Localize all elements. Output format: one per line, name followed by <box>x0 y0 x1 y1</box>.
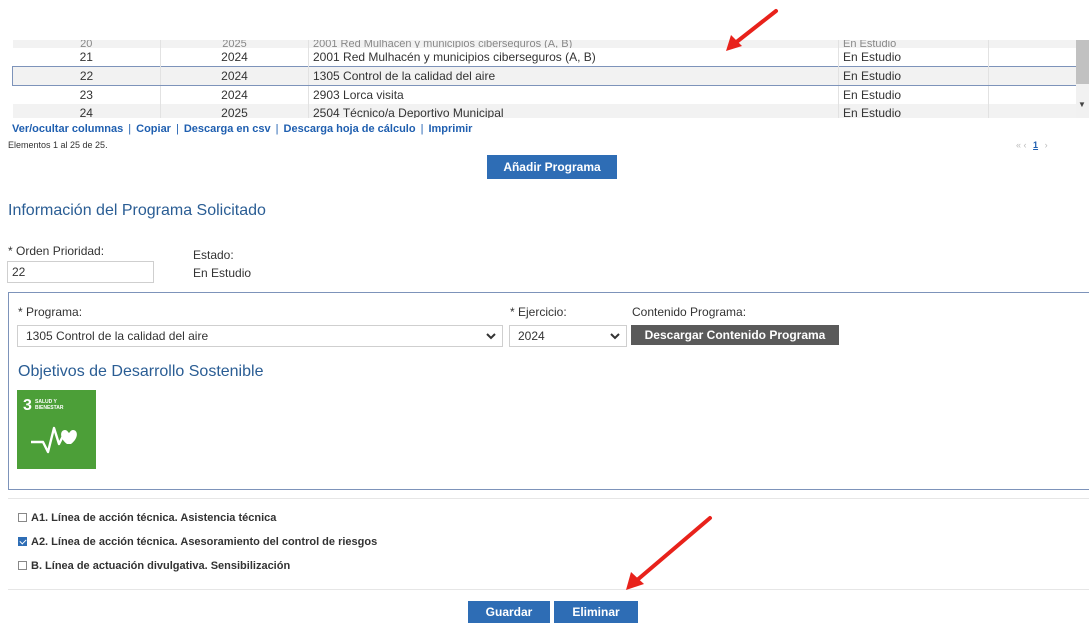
cell-status: En Estudio <box>838 40 989 48</box>
checkbox-b[interactable] <box>18 561 27 570</box>
scroll-thumb[interactable] <box>1076 40 1089 84</box>
program-label: * Programa: <box>18 305 83 319</box>
download-content-button[interactable]: Descargar Contenido Programa <box>631 325 839 345</box>
status-value: En Estudio <box>193 266 252 280</box>
save-button[interactable]: Guardar <box>468 601 550 623</box>
program-select-value: 1305 Control de la calidad del aire <box>26 329 209 343</box>
cell-order: 22 <box>12 66 161 86</box>
add-program-button[interactable]: Añadir Programa <box>487 155 617 179</box>
cell-year: 2024 <box>160 85 309 104</box>
checkbox-a1[interactable] <box>18 513 27 522</box>
cell-order: 23 <box>12 85 161 104</box>
line-a2-label: A2. Línea de acción técnica. Asesoramien… <box>31 536 378 548</box>
cell-empty <box>988 104 1076 118</box>
line-a1-option[interactable]: A1. Línea de acción técnica. Asistencia … <box>18 512 276 524</box>
copy-link[interactable]: Copiar <box>136 123 171 135</box>
scroll-down-icon[interactable]: ▼ <box>1078 100 1086 109</box>
download-csv-link[interactable]: Descarga en csv <box>184 123 271 135</box>
cell-empty <box>988 40 1076 48</box>
cell-status: En Estudio <box>838 85 989 104</box>
line-b-option[interactable]: B. Línea de actuación divulgativa. Sensi… <box>18 560 290 572</box>
cell-program: 2903 Lorca visita <box>308 85 839 104</box>
line-b-label: B. Línea de actuación divulgativa. Sensi… <box>31 560 291 572</box>
cell-empty <box>988 66 1076 86</box>
cell-status: En Estudio <box>838 104 989 118</box>
table-row[interactable]: 21 2024 2001 Red Mulhacén y municipios c… <box>12 48 1076 67</box>
ods-name: SALUD Y BIENESTAR <box>35 399 64 411</box>
cell-program: 1305 Control de la calidad del aire <box>308 66 839 86</box>
cell-year: 2025 <box>160 40 309 48</box>
ods-number: 3 <box>23 397 32 414</box>
cell-year: 2025 <box>160 104 309 118</box>
cell-program: 2504 Técnico/a Deportivo Municipal <box>308 104 839 118</box>
status-label: Estado: <box>193 248 234 262</box>
cell-order: 24 <box>12 104 161 118</box>
programs-table: 20 2025 2001 Red Mulhacén y municipios c… <box>12 40 1076 118</box>
cell-empty <box>988 85 1076 104</box>
cell-order: 21 <box>12 48 161 67</box>
cell-year: 2024 <box>160 66 309 86</box>
section-title: Información del Programa Solicitado <box>8 202 266 219</box>
ejercicio-select-value: 2024 <box>518 329 545 343</box>
table-row-selected[interactable]: 22 2024 1305 Control de la calidad del a… <box>12 66 1076 86</box>
annotation-arrow-icon <box>626 516 712 590</box>
table-info: Elementos 1 al 25 de 25. <box>8 140 108 150</box>
cell-year: 2024 <box>160 48 309 67</box>
print-link[interactable]: Imprimir <box>428 123 472 135</box>
delete-button[interactable]: Eliminar <box>554 601 638 623</box>
contenido-label: Contenido Programa: <box>632 305 747 319</box>
program-panel <box>8 292 1089 490</box>
cell-empty <box>988 48 1076 67</box>
prev-page-icon[interactable]: ‹ <box>1024 140 1027 150</box>
first-page-icon[interactable]: « <box>1016 140 1021 150</box>
chevron-down-icon <box>610 326 620 354</box>
table-row[interactable]: 20 2025 2001 Red Mulhacén y municipios c… <box>12 40 1076 48</box>
annotation-arrow-icon <box>726 9 778 51</box>
chevron-down-icon <box>486 326 496 354</box>
pagination: « ‹ 1 › <box>1016 140 1048 150</box>
ods-3-tile: 3 SALUD Y BIENESTAR <box>17 390 96 469</box>
checkbox-a2[interactable] <box>18 537 27 546</box>
download-spreadsheet-link[interactable]: Descarga hoja de cálculo <box>284 123 416 135</box>
cell-status: En Estudio <box>838 48 989 67</box>
heartbeat-icon <box>29 422 85 459</box>
priority-input[interactable]: 22 <box>7 261 154 283</box>
toggle-columns-link[interactable]: Ver/ocultar columnas <box>12 123 123 135</box>
ods-title: Objetivos de Desarrollo Sostenible <box>18 363 264 380</box>
priority-label: * Orden Prioridad: <box>8 244 105 258</box>
program-select[interactable]: 1305 Control de la calidad del aire <box>17 325 503 347</box>
table-scrollbar[interactable]: ▼ <box>1076 40 1089 118</box>
table-toolbar: Ver/ocultar columnas | Copiar | Descarga en … <box>12 123 473 135</box>
table-row[interactable]: 24 2025 2504 Técnico/a Deportivo Municip… <box>12 104 1076 118</box>
page-current[interactable]: 1 <box>1033 140 1038 150</box>
cell-status: En Estudio <box>838 66 989 86</box>
cell-order: 20 <box>12 40 161 48</box>
ejercicio-select[interactable]: 2024 <box>509 325 627 347</box>
table-row[interactable]: 23 2024 2903 Lorca visita En Estudio <box>12 85 1076 104</box>
line-a1-label: A1. Línea de acción técnica. Asistencia … <box>31 512 277 524</box>
ejercicio-label: * Ejercicio: <box>510 305 567 319</box>
line-a2-option[interactable]: A2. Línea de acción técnica. Asesoramien… <box>18 536 377 548</box>
next-page-icon[interactable]: › <box>1045 140 1048 150</box>
